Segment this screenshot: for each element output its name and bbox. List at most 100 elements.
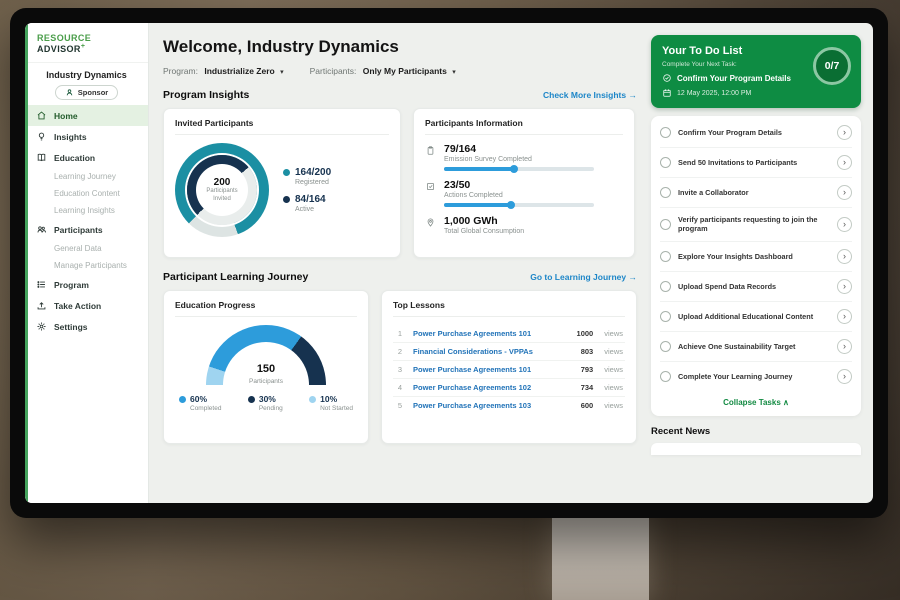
invited-legend: 164/200 Registered 84/164 Active: [283, 159, 331, 221]
monitor-stand: [552, 512, 649, 600]
go-to-learning-journey-link[interactable]: Go to Learning Journey →: [530, 272, 637, 282]
sidebar-item-education[interactable]: Education: [25, 147, 148, 168]
lesson-link[interactable]: Power Purchase Agreements 103: [413, 401, 573, 410]
sidebar-item-label: Settings: [54, 322, 88, 332]
task-row[interactable]: Invite a Collaborator ›: [660, 178, 852, 208]
task-checkbox[interactable]: [660, 127, 671, 138]
scene: RESOURCE ADVISOR+ Industry Dynamics Spon…: [0, 0, 900, 600]
lesson-views: 1000: [577, 329, 594, 338]
app-logo: RESOURCE ADVISOR+: [25, 23, 148, 63]
task-checkbox[interactable]: [660, 187, 671, 198]
task-label: Invite a Collaborator: [678, 188, 830, 197]
chevron-down-icon[interactable]: ▾: [280, 69, 284, 76]
program-filter-value[interactable]: Industrialize Zero: [204, 66, 274, 76]
learning-journey-header: Participant Learning Journey Go to Learn…: [163, 271, 637, 283]
task-checkbox[interactable]: [660, 341, 671, 352]
chevron-right-icon[interactable]: ›: [837, 125, 852, 140]
legend-value: 84/164: [295, 194, 326, 205]
legend-value: 164/200: [295, 167, 331, 178]
collapse-tasks-link[interactable]: Collapse Tasks ∧: [660, 391, 852, 412]
lesson-link[interactable]: Power Purchase Agreements 101: [413, 329, 569, 338]
check-more-insights-link[interactable]: Check More Insights →: [543, 90, 637, 100]
sidebar-nav: Home Insights Education Learning Journey…: [25, 105, 148, 337]
task-checkbox[interactable]: [660, 311, 671, 322]
recent-news-title: Recent News: [651, 426, 861, 437]
page-title: Welcome, Industry Dynamics: [163, 37, 637, 57]
task-row[interactable]: Upload Additional Educational Content ›: [660, 302, 852, 332]
sidebar-item-manage-participants[interactable]: Manage Participants: [25, 257, 148, 274]
task-row[interactable]: Explore Your Insights Dashboard ›: [660, 242, 852, 272]
lesson-views: 803: [581, 347, 594, 356]
section-title: Program Insights: [163, 89, 249, 101]
chevron-right-icon[interactable]: ›: [837, 369, 852, 384]
legend-label: Active: [295, 206, 331, 213]
task-row[interactable]: Confirm Your Program Details ›: [660, 118, 852, 148]
participants-filter-value[interactable]: Only My Participants: [363, 66, 447, 76]
task-row[interactable]: Complete Your Learning Journey ›: [660, 362, 852, 391]
task-checkbox[interactable]: [660, 157, 671, 168]
lesson-link[interactable]: Power Purchase Agreements 101: [413, 365, 573, 374]
sidebar-item-label: Education Content: [54, 189, 120, 198]
gauge-center: 150 Participants: [206, 363, 326, 385]
task-label: Confirm Your Program Details: [678, 128, 830, 137]
legend-dot-registered: [283, 169, 290, 176]
lesson-views-unit: views: [604, 401, 623, 410]
org-name: Industry Dynamics: [25, 70, 148, 80]
chevron-right-icon[interactable]: ›: [837, 309, 852, 324]
sidebar-item-home[interactable]: Home: [25, 105, 148, 126]
task-checkbox[interactable]: [660, 251, 671, 262]
task-row[interactable]: Send 50 Invitations to Participants ›: [660, 148, 852, 178]
task-checkbox[interactable]: [660, 281, 671, 292]
lesson-link[interactable]: Financial Considerations - VPPAs: [413, 347, 573, 356]
lesson-views-unit: views: [604, 365, 623, 374]
task-checkbox[interactable]: [660, 219, 671, 230]
chevron-right-icon[interactable]: ›: [837, 249, 852, 264]
task-label: Complete Your Learning Journey: [678, 372, 830, 381]
sidebar-item-learning-journey[interactable]: Learning Journey: [25, 168, 148, 185]
task-row[interactable]: Upload Spend Data Records ›: [660, 272, 852, 302]
chevron-right-icon[interactable]: ›: [837, 217, 852, 232]
sidebar-item-education-content[interactable]: Education Content: [25, 185, 148, 202]
sidebar-item-label: Learning Journey: [54, 172, 116, 181]
people-icon: [36, 224, 47, 235]
legend-dot-not-started: [309, 396, 316, 403]
stat-value: 1,000 GWh: [444, 215, 524, 227]
sidebar-item-learning-insights[interactable]: Learning Insights: [25, 202, 148, 219]
legend-item: 30% Pending: [248, 394, 283, 412]
sidebar-item-take-action[interactable]: Take Action: [25, 295, 148, 316]
sidebar-item-program[interactable]: Program: [25, 274, 148, 295]
todo-progress-ring: 0/7: [813, 47, 851, 85]
arrow-right-icon: →: [629, 272, 638, 282]
book-icon: [36, 152, 47, 163]
check-circle-icon: [662, 73, 672, 83]
legend-label: Pending: [259, 405, 283, 412]
chevron-right-icon[interactable]: ›: [837, 279, 852, 294]
lesson-row: 3 Power Purchase Agreements 101 793 view…: [393, 361, 625, 379]
chevron-right-icon[interactable]: ›: [837, 339, 852, 354]
filter-bar: Program: Industrialize Zero ▾ Participan…: [163, 66, 637, 76]
card-title: Invited Participants: [175, 118, 389, 135]
sidebar-item-settings[interactable]: Settings: [25, 316, 148, 337]
sponsor-badge-label: Sponsor: [78, 88, 108, 97]
chevron-down-icon[interactable]: ▾: [452, 69, 456, 76]
sidebar-item-insights[interactable]: Insights: [25, 126, 148, 147]
task-row[interactable]: Achieve One Sustainability Target ›: [660, 332, 852, 362]
stat-row: 1,000 GWh Total Global Consumption: [425, 215, 623, 235]
task-row[interactable]: Verify participants requesting to join t…: [660, 208, 852, 242]
lesson-link[interactable]: Power Purchase Agreements 102: [413, 383, 573, 392]
legend-item: 164/200 Registered: [283, 167, 331, 186]
legend-item: 84/164 Active: [283, 194, 331, 213]
stat-row: 79/164 Emission Survey Completed: [425, 143, 623, 171]
progress-fill: [444, 167, 516, 171]
lesson-row: 2 Financial Considerations - VPPAs 803 v…: [393, 343, 625, 361]
program-filter: Program: Industrialize Zero ▾: [163, 66, 284, 76]
chevron-right-icon[interactable]: ›: [837, 185, 852, 200]
sidebar-item-general-data[interactable]: General Data: [25, 240, 148, 257]
todo-task-list: Confirm Your Program Details › Send 50 I…: [651, 116, 861, 416]
sidebar-item-participants[interactable]: Participants: [25, 219, 148, 240]
stat-label: Actions Completed: [444, 192, 594, 199]
chevron-right-icon[interactable]: ›: [837, 155, 852, 170]
task-checkbox[interactable]: [660, 371, 671, 382]
stat-value: 79/164: [444, 143, 594, 155]
legend-dot-completed: [179, 396, 186, 403]
